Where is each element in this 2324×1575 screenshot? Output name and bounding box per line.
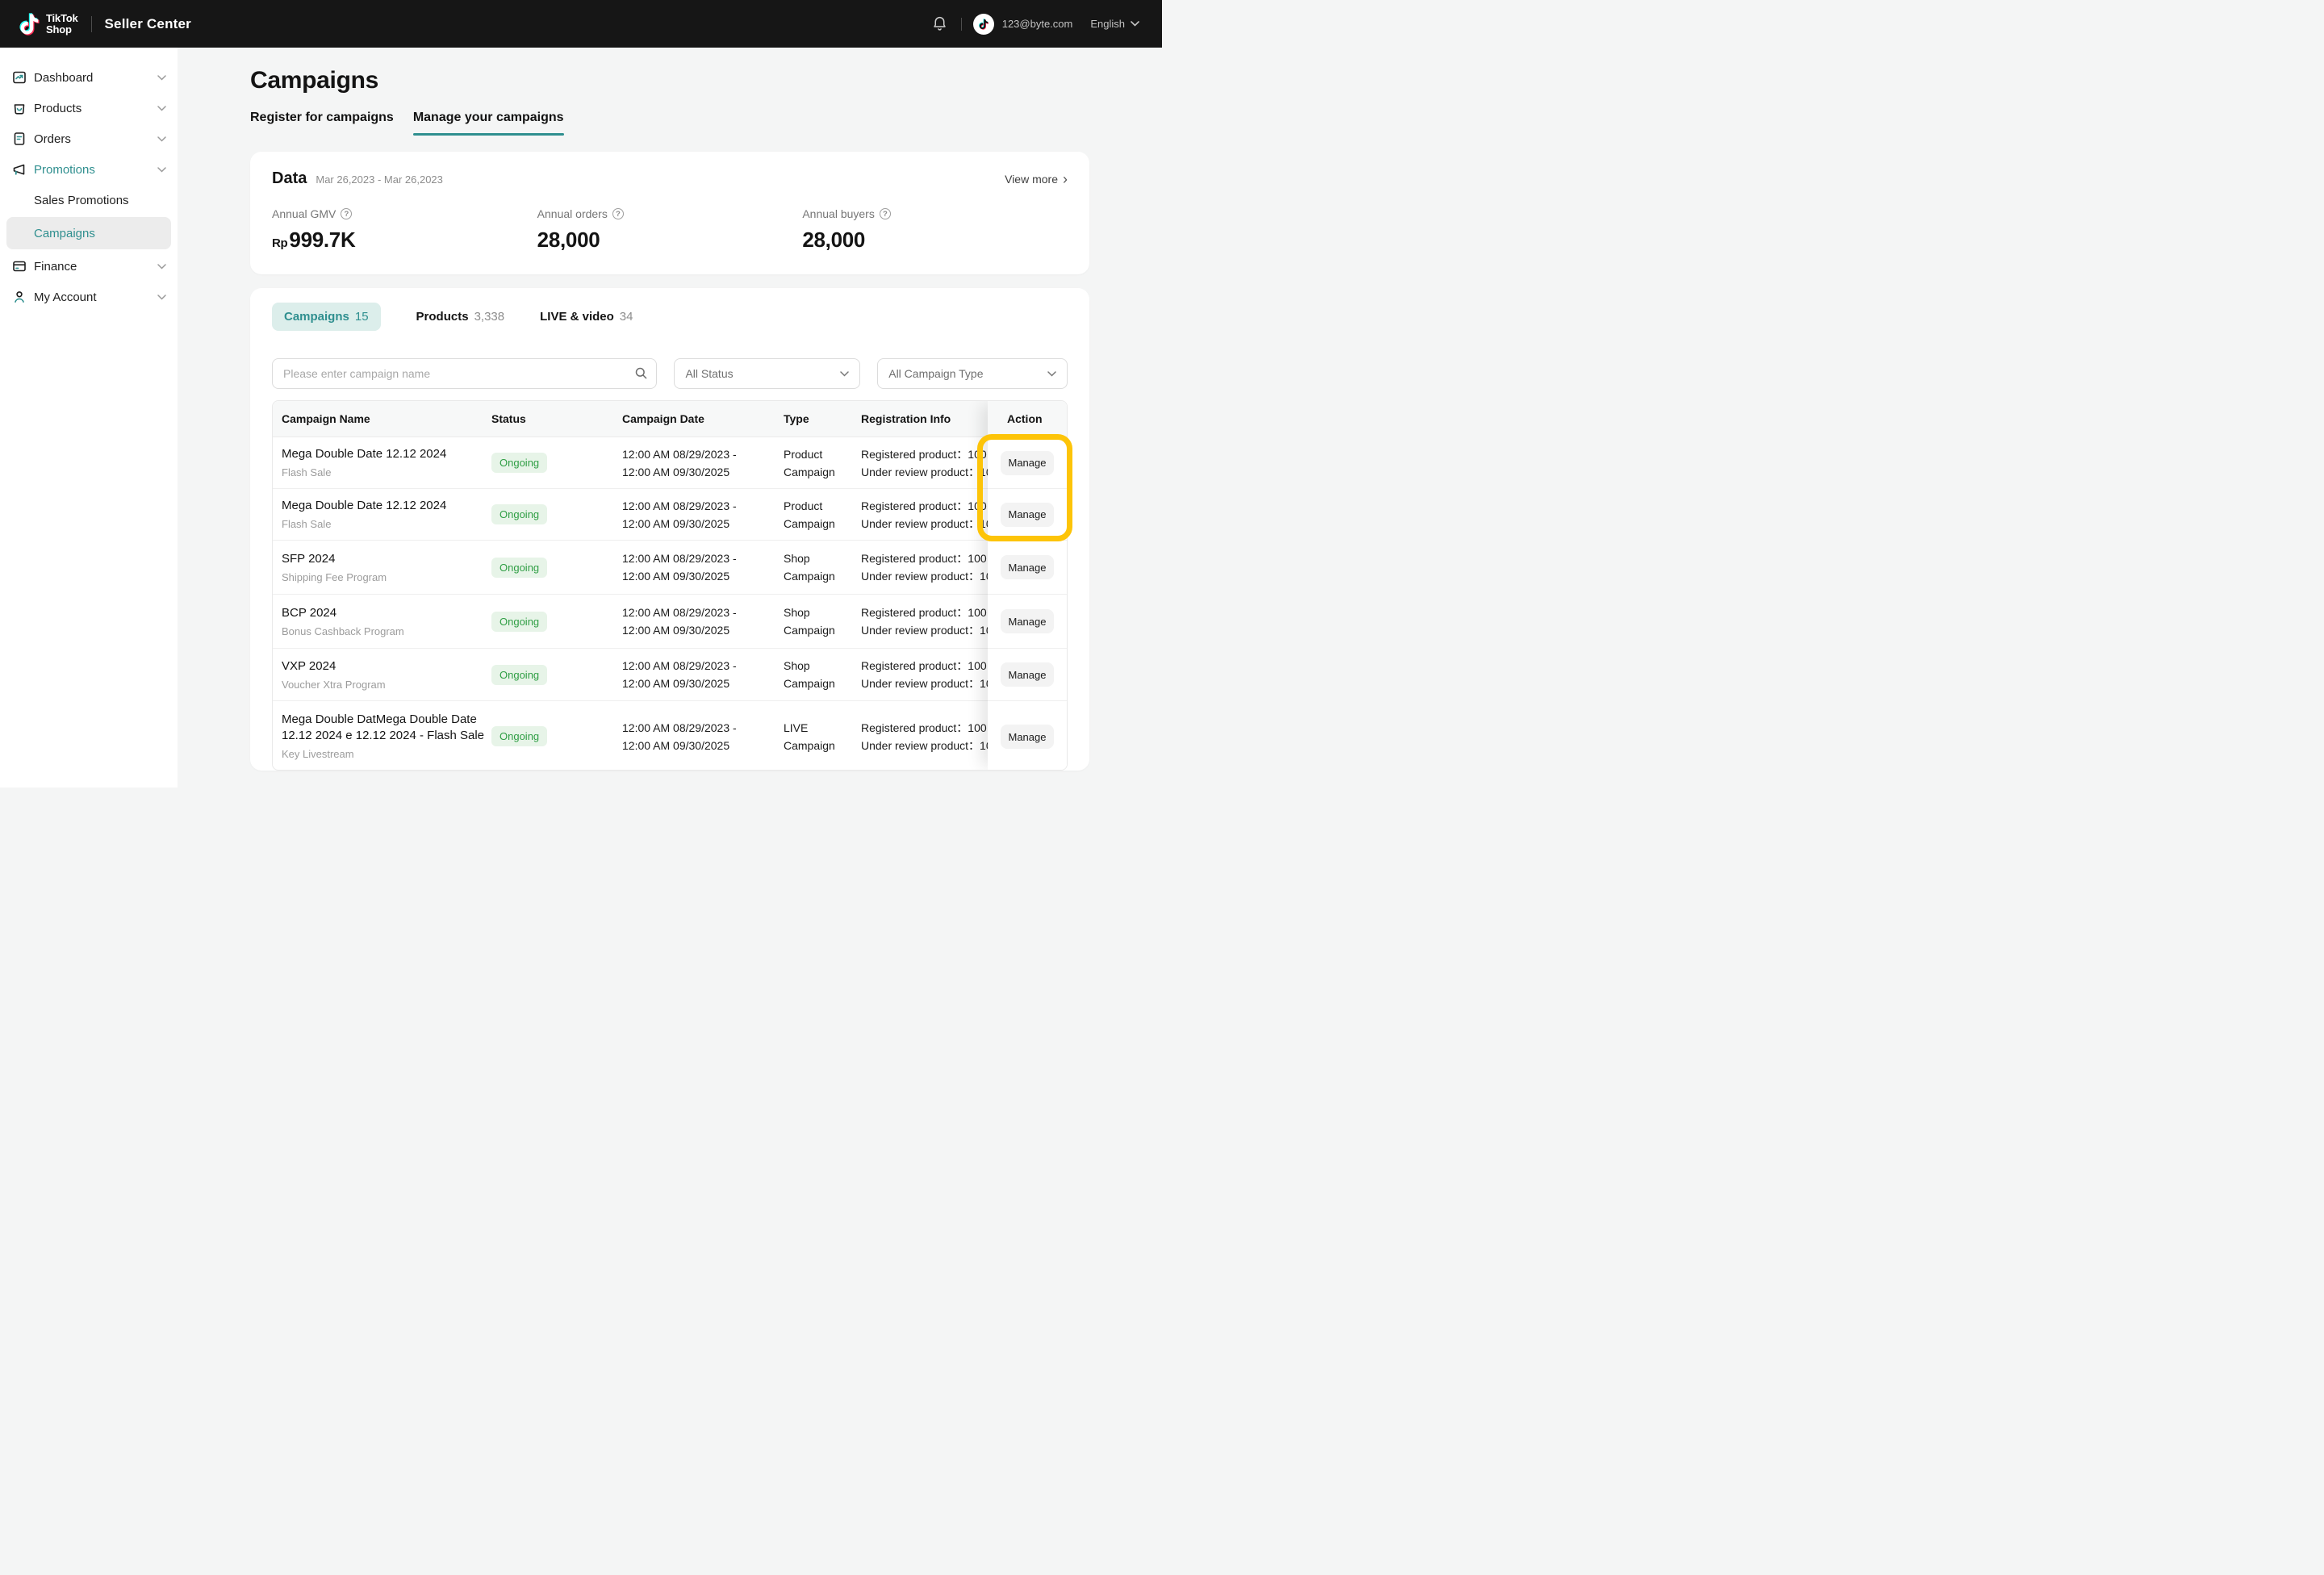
entity-tabs: Campaigns 15 Products 3,338 LIVE & video… (272, 301, 1068, 332)
sidebar-item-dashboard[interactable]: Dashboard (0, 62, 178, 93)
data-card-title: Data (272, 169, 307, 188)
manage-button[interactable]: Manage (1001, 503, 1054, 527)
manage-button[interactable]: Manage (1001, 555, 1054, 579)
data-date-range: Mar 26,2023 - Mar 26,2023 (316, 173, 443, 186)
promotions-megaphone-icon (11, 161, 27, 178)
table-row: BCP 2024Bonus Cashback Program Ongoing 1… (273, 595, 1067, 649)
data-card: Data Mar 26,2023 - Mar 26,2023 View more… (250, 152, 1089, 274)
language-selector[interactable]: English (1090, 18, 1139, 30)
topbar-divider (91, 16, 92, 32)
sidebar-item-my-account[interactable]: My Account (0, 282, 178, 312)
stat-annual-buyers: Annual buyers? 28,000 (802, 207, 1068, 253)
campaign-type-filter-select[interactable]: All Campaign Type (877, 358, 1068, 389)
help-icon[interactable]: ? (612, 208, 624, 219)
sidebar-item-sales-promotions[interactable]: Sales Promotions (0, 185, 178, 215)
view-more-link[interactable]: View more › (1005, 173, 1068, 186)
page-title: Campaigns (250, 67, 1089, 94)
stat-annual-gmv: Annual GMV? Rp999.7K (272, 207, 537, 253)
campaigns-panel: Campaigns 15 Products 3,338 LIVE & video… (250, 288, 1089, 771)
table-row: SFP 2024Shipping Fee Program Ongoing 12:… (273, 541, 1067, 595)
user-icon (11, 289, 27, 305)
top-bar: TikTok Shop Seller Center 123@byte.com E… (0, 0, 1162, 48)
sidebar-item-promotions[interactable]: Promotions (0, 154, 178, 185)
notification-bell-icon[interactable] (931, 15, 948, 32)
chevron-down-icon (1131, 21, 1139, 27)
tab-products[interactable]: Products 3,338 (416, 310, 505, 324)
orders-icon (11, 131, 27, 147)
help-icon[interactable]: ? (880, 208, 891, 219)
page-tabs: Register for campaigns Manage your campa… (250, 111, 1089, 136)
tab-live-video[interactable]: LIVE & video 34 (540, 310, 633, 324)
status-badge: Ongoing (491, 665, 547, 685)
tiktok-shop-wordmark: TikTok Shop (46, 13, 78, 35)
help-icon[interactable]: ? (341, 208, 352, 219)
chevron-down-icon (157, 136, 166, 142)
manage-button[interactable]: Manage (1001, 725, 1054, 749)
topbar-divider (961, 18, 962, 31)
chevron-down-icon (157, 75, 166, 81)
tab-register-for-campaigns[interactable]: Register for campaigns (250, 111, 394, 136)
campaign-search-input[interactable] (272, 358, 657, 389)
sidebar-item-finance[interactable]: Finance (0, 251, 178, 282)
status-badge: Ongoing (491, 504, 547, 524)
chevron-right-icon: › (1063, 173, 1068, 185)
chevron-down-icon (157, 167, 166, 173)
chevron-down-icon (840, 371, 849, 377)
account-email: 123@byte.com (1002, 18, 1073, 30)
chevron-down-icon (157, 295, 166, 300)
table-header-row: Campaign Name Status Campaign Date Type … (273, 401, 1067, 437)
app-title: Seller Center (105, 16, 191, 32)
search-icon[interactable] (634, 366, 648, 380)
manage-button[interactable]: Manage (1001, 662, 1054, 687)
action-column: Action Manage Manage Manage Manage Manag… (988, 401, 1067, 770)
tiktok-logo-icon (19, 12, 40, 36)
table-row: Mega Double Date 12.12 2024Flash Sale On… (273, 437, 1067, 489)
products-icon (11, 100, 27, 116)
table-row: Mega Double Date 12.12 2024Flash Sale On… (273, 489, 1067, 541)
language-label: English (1090, 18, 1125, 30)
main-content: Campaigns Register for campaigns Manage … (178, 48, 1162, 788)
sidebar: Dashboard Products Orders Promotions Sal… (0, 48, 178, 788)
tab-manage-your-campaigns[interactable]: Manage your campaigns (413, 111, 564, 136)
chevron-down-icon (1047, 371, 1056, 377)
campaigns-table: Campaign Name Status Campaign Date Type … (272, 400, 1068, 771)
filter-row: All Status All Campaign Type (272, 358, 1068, 389)
status-filter-select[interactable]: All Status (674, 358, 860, 389)
manage-button[interactable]: Manage (1001, 609, 1054, 633)
sidebar-item-products[interactable]: Products (0, 93, 178, 123)
sidebar-item-campaigns[interactable]: Campaigns (6, 217, 171, 249)
stat-annual-orders: Annual orders? 28,000 (537, 207, 803, 253)
sidebar-item-orders[interactable]: Orders (0, 123, 178, 154)
dashboard-icon (11, 69, 27, 86)
table-row: VXP 2024Voucher Xtra Program Ongoing 12:… (273, 649, 1067, 701)
status-badge: Ongoing (491, 453, 547, 473)
status-badge: Ongoing (491, 558, 547, 578)
chevron-down-icon (157, 264, 166, 269)
account-avatar[interactable] (973, 14, 994, 35)
status-badge: Ongoing (491, 726, 547, 746)
chevron-down-icon (157, 106, 166, 111)
table-row: Mega Double DatMega Double Date 12.12 20… (273, 701, 1067, 771)
status-badge: Ongoing (491, 612, 547, 632)
tab-campaigns[interactable]: Campaigns 15 (272, 303, 381, 331)
finance-icon (11, 258, 27, 274)
manage-button[interactable]: Manage (1001, 451, 1054, 475)
